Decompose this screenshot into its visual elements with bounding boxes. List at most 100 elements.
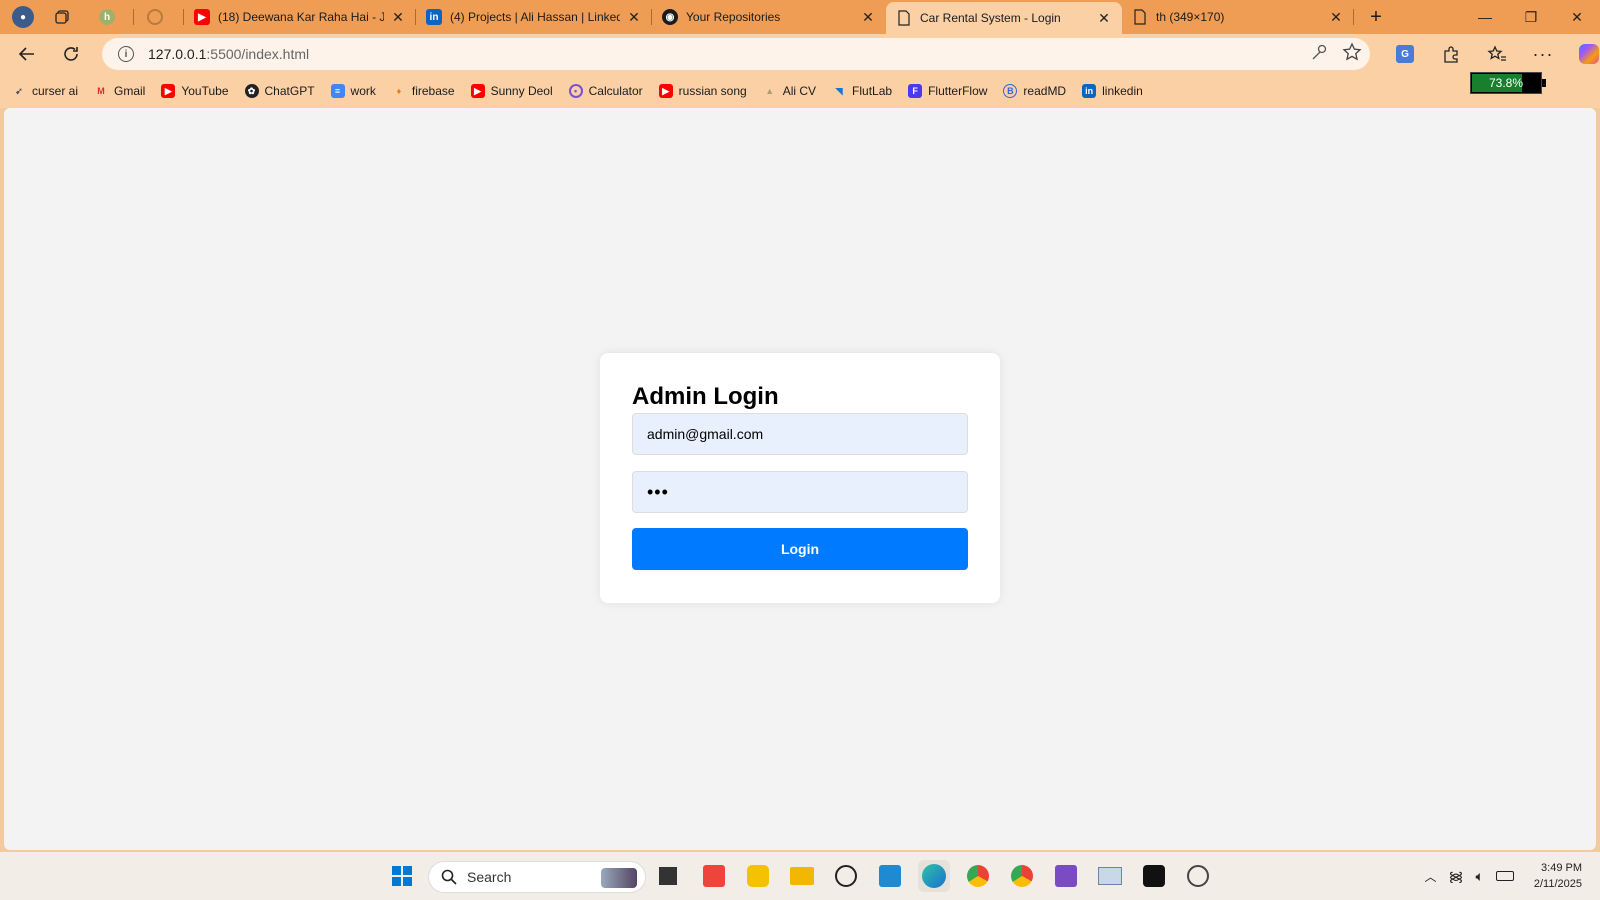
bookmark-item[interactable]: F FlutterFlow [908, 84, 987, 98]
bookmark-item[interactable]: ✿ ChatGPT [244, 84, 315, 98]
reload-button[interactable] [54, 37, 88, 71]
taskbar-app[interactable] [1050, 860, 1082, 892]
bookmark-label: YouTube [181, 84, 229, 98]
email-field[interactable]: admin@gmail.com [632, 413, 968, 455]
taskbar-app[interactable] [962, 860, 994, 892]
docs-icon: ≡ [330, 84, 345, 98]
taskbar-app[interactable] [874, 860, 906, 892]
tab-actions-icon [54, 9, 70, 25]
profile-avatar[interactable]: ● [0, 0, 44, 34]
chevron-up-icon[interactable]: ︿ [1424, 868, 1436, 885]
close-window-button[interactable]: ✕ [1554, 0, 1600, 34]
taskbar-app[interactable] [1006, 860, 1038, 892]
bookmark-item[interactable]: ♦ firebase [392, 84, 455, 98]
bookmark-item[interactable]: M Gmail [94, 84, 145, 98]
green-app-icon: h [99, 9, 115, 25]
site-info-icon[interactable]: i [118, 46, 134, 62]
taskbar-app[interactable] [1138, 860, 1170, 892]
flutterflow-icon: F [908, 84, 923, 98]
browser-toolbar: i 127.0.0.1:5500/index.html G ··· [0, 34, 1600, 74]
tab-car-rental-login[interactable]: Car Rental System - Login ✕ [886, 2, 1122, 34]
password-field[interactable]: ••• [632, 471, 968, 513]
tab-pinned-2[interactable] [134, 0, 184, 34]
bookmark-item[interactable]: ▶ russian song [658, 84, 747, 98]
task-view-icon [659, 867, 677, 885]
plus-icon: + [1370, 5, 1382, 28]
back-button[interactable] [10, 37, 44, 71]
bookmark-item[interactable]: ▶ Sunny Deol [470, 84, 553, 98]
tab-strip: ● h ▶ (18) Deewana Kar Raha Hai - Jave ✕… [0, 0, 1600, 34]
password-key-icon[interactable] [1310, 42, 1328, 67]
url-path: :5500/index.html [206, 46, 310, 62]
clock[interactable]: 3:49 PM 2/11/2025 [1534, 860, 1582, 892]
firebase-icon: ♦ [396, 86, 402, 96]
translate-button[interactable]: G [1388, 37, 1422, 71]
favorite-star-icon[interactable] [1342, 42, 1362, 67]
tab-github[interactable]: ◉ Your Repositories ✕ [652, 0, 886, 34]
taskbar-app[interactable] [1094, 860, 1126, 892]
tab-title: (4) Projects | Ali Hassan | LinkedIn [450, 10, 620, 24]
favorites-list-icon [1487, 45, 1506, 61]
bookmark-item[interactable]: ➹ curser ai [12, 84, 78, 98]
new-tab-button[interactable]: + [1354, 0, 1398, 34]
youtube-icon: ▶ [161, 84, 176, 98]
taskbar-app[interactable] [1182, 860, 1214, 892]
puzzle-icon [1444, 46, 1458, 63]
volume-icon[interactable]: 🔈︎ [1475, 868, 1483, 885]
window-controls: — ❐ ✕ [1462, 0, 1600, 34]
battery-icon[interactable] [1495, 871, 1514, 881]
bookmark-label: FlutterFlow [928, 84, 988, 98]
restore-icon: ❐ [1524, 8, 1538, 25]
more-menu-button[interactable]: ··· [1526, 37, 1560, 71]
start-button[interactable] [386, 860, 418, 892]
search-icon [441, 869, 457, 885]
close-icon[interactable]: ✕ [390, 9, 406, 26]
login-card: Admin Login admin@gmail.com ••• Login [600, 353, 1000, 603]
login-button[interactable]: Login [632, 528, 968, 570]
close-icon[interactable]: ✕ [1096, 10, 1112, 27]
address-bar[interactable]: i 127.0.0.1:5500/index.html [102, 38, 1370, 70]
tab-image[interactable]: th (349×170) ✕ [1122, 0, 1354, 34]
wifi-icon[interactable]: ᯼ [1448, 867, 1463, 886]
taskbar-app-edge[interactable] [918, 860, 950, 892]
taskbar-app[interactable] [742, 860, 774, 892]
bookmark-label: Sunny Deol [490, 84, 553, 98]
close-icon[interactable]: ✕ [626, 9, 642, 26]
taskbar-app[interactable] [830, 860, 862, 892]
taskbar-app[interactable] [652, 860, 684, 892]
taskbar-app[interactable] [698, 860, 730, 892]
readmd-icon: B [1003, 84, 1018, 98]
restore-button[interactable]: ❐ [1508, 0, 1554, 34]
file-explorer-icon [790, 867, 814, 885]
copilot-button[interactable] [1572, 37, 1600, 71]
taskbar-app[interactable] [786, 860, 818, 892]
bookmark-item[interactable]: • Calculator [568, 84, 643, 98]
tab-linkedin[interactable]: in (4) Projects | Ali Hassan | LinkedIn … [416, 0, 652, 34]
tab-actions-button[interactable] [44, 0, 88, 34]
minimize-button[interactable]: — [1462, 0, 1508, 34]
bookmark-item[interactable]: BreadMD [1003, 84, 1066, 98]
close-icon[interactable]: ✕ [1328, 9, 1344, 26]
bookmark-label: linkedin [1102, 84, 1143, 98]
bookmark-item[interactable]: in linkedin [1082, 84, 1143, 98]
edge-icon [922, 864, 946, 888]
search-highlight-icon [601, 868, 637, 888]
tab-pinned-1[interactable]: h [88, 0, 134, 34]
tab-youtube[interactable]: ▶ (18) Deewana Kar Raha Hai - Jave ✕ [184, 0, 416, 34]
bookmark-item[interactable]: ≡ work [330, 84, 376, 98]
bookmark-item[interactable]: ◥ FlutLab [832, 84, 893, 98]
bookmark-label: work [350, 84, 376, 98]
close-icon[interactable]: ✕ [860, 9, 876, 26]
taskbar: Search ︿ ᯼ 🔈︎ 3:49 PM 2/11/2025 [0, 852, 1600, 900]
visual-studio-icon [1055, 865, 1077, 887]
vscode-icon [879, 865, 901, 887]
battery-indicator: 73.8% [1470, 72, 1546, 94]
extensions-button[interactable] [1434, 37, 1468, 71]
bookmark-item[interactable]: ▶ YouTube [161, 84, 229, 98]
favorites-button[interactable] [1480, 37, 1514, 71]
youtube-icon: ▶ [658, 84, 673, 98]
bookmark-item[interactable]: ▲ Ali CV [763, 84, 816, 98]
back-arrow-icon [18, 47, 34, 61]
taskbar-search[interactable]: Search [428, 861, 646, 893]
youtube-icon: ▶ [194, 9, 210, 25]
